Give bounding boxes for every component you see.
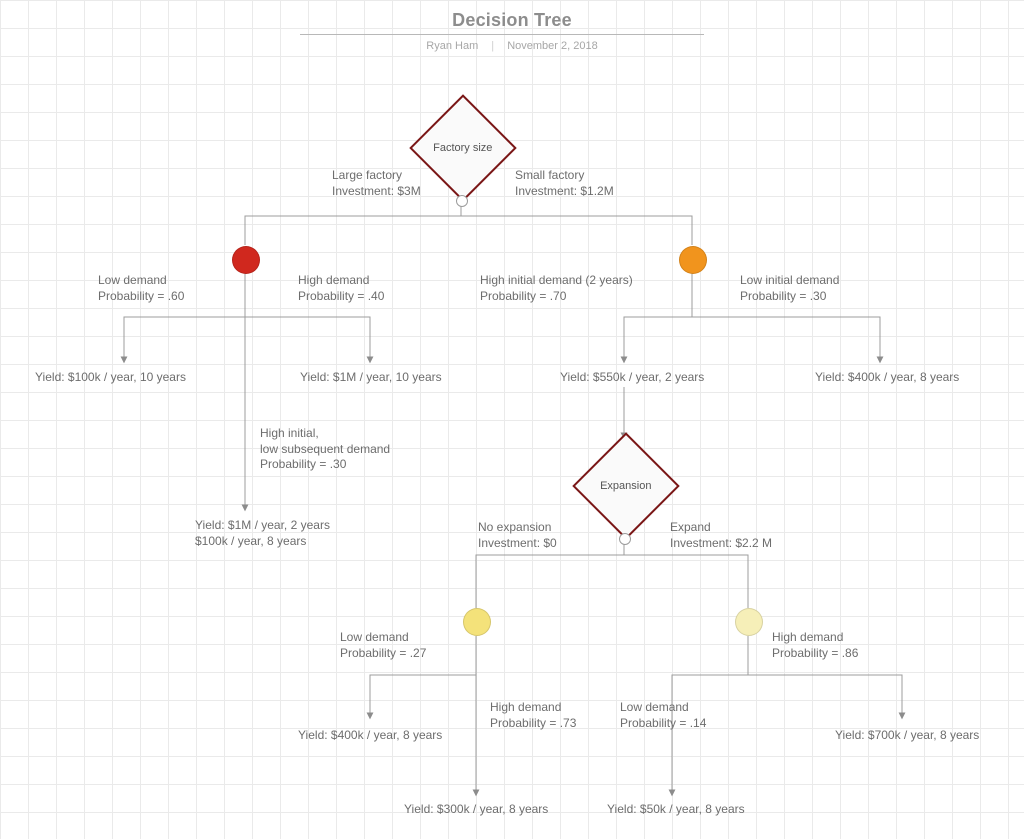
branch-low-demand-expand: Low demand Probability = .14 [620, 700, 706, 731]
yield-high-then-low-large: Yield: $1M / year, 2 years $100k / year,… [195, 518, 330, 549]
yield-low-initial-small: Yield: $400k / year, 8 years [815, 370, 959, 386]
decision-factory-size-label: Factory size [433, 142, 492, 154]
branch-high-initial-small: High initial demand (2 years) Probabilit… [480, 273, 633, 304]
branch-small-factory: Small factory Investment: $1.2M [515, 168, 614, 199]
branch-low-initial-small: Low initial demand Probability = .30 [740, 273, 839, 304]
chance-no-expansion [463, 608, 491, 636]
yield-high-demand-noexp: Yield: $300k / year, 8 years [404, 802, 548, 818]
yield-high-demand-expand: Yield: $700k / year, 8 years [835, 728, 979, 744]
branch-low-demand-large: Low demand Probability = .60 [98, 273, 184, 304]
branch-large-factory: Large factory Investment: $3M [332, 168, 421, 199]
diagram-stage: Decision Tree Ryan Ham | November 2, 201… [0, 0, 1024, 839]
yield-low-demand-expand: Yield: $50k / year, 8 years [607, 802, 745, 818]
decision-expansion-label: Expansion [600, 480, 651, 492]
connector-cap-icon [456, 195, 468, 207]
branch-high-demand-expand: High demand Probability = .86 [772, 630, 858, 661]
branch-expand: Expand Investment: $2.2 M [670, 520, 772, 551]
branch-high-demand-large: High demand Probability = .40 [298, 273, 384, 304]
yield-high-demand-large: Yield: $1M / year, 10 years [300, 370, 442, 386]
connector-cap-icon [619, 533, 631, 545]
branch-high-demand-noexp: High demand Probability = .73 [490, 700, 576, 731]
chance-small-factory [679, 246, 707, 274]
branch-high-then-low-large: High initial, low subsequent demand Prob… [260, 426, 390, 473]
yield-high-initial-small: Yield: $550k / year, 2 years [560, 370, 704, 386]
branch-no-expansion: No expansion Investment: $0 [478, 520, 557, 551]
branch-low-demand-noexp: Low demand Probability = .27 [340, 630, 426, 661]
chance-expand [735, 608, 763, 636]
yield-low-demand-noexp: Yield: $400k / year, 8 years [298, 728, 442, 744]
yield-low-demand-large: Yield: $100k / year, 10 years [35, 370, 186, 386]
chance-large-factory [232, 246, 260, 274]
